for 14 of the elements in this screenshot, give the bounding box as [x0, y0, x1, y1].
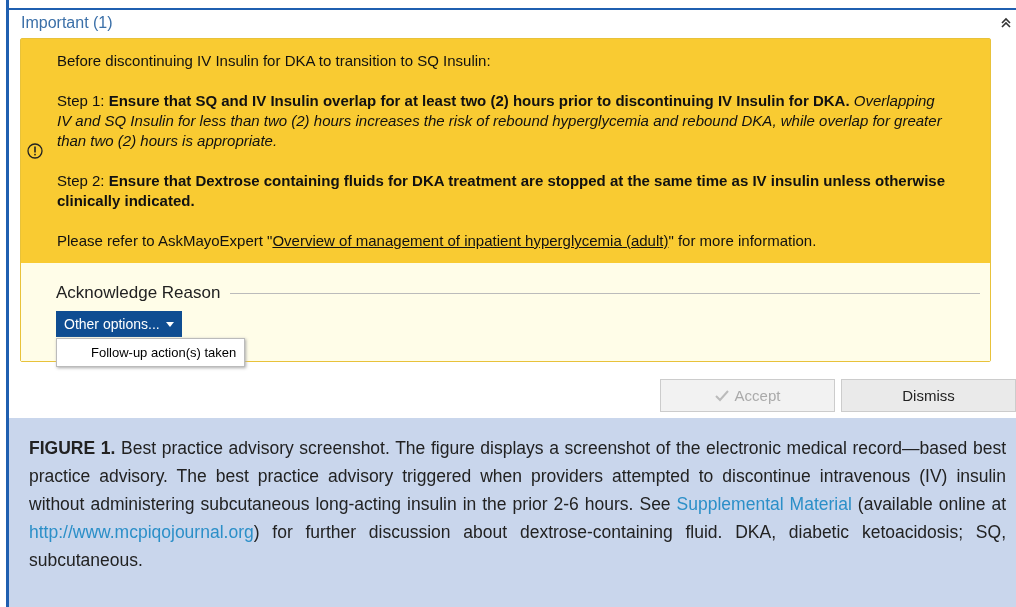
collapse-icon[interactable] [1000, 17, 1012, 29]
section-title: Important (1) [21, 14, 113, 32]
options-dropdown[interactable]: Other options... [56, 311, 182, 337]
caret-icon [165, 321, 174, 327]
step-text: Step 1: Ensure that SQ and IV Insulin overlap for at least two (2) hours prior to discontinuing IV Insulin for DKA. Overlapping IV and SQ Insulin for less than two (2) hours increases the risk of rebound hyperglycemia and rebound DKA, while overlap for greater than two (2) hours is appropriate. [57, 91, 943, 151]
figure-caption: FIGURE 1. Best practice advisory screenshot. The figure displays a screenshot of the electronic medical record—based best practice advisory. The best practice advisory triggered when providers attempted to discontinue intravenous (IV) insulin without administering subcutaneous long-acting insulin in the prior 2-6 hours. See Supplemental Material (available online at http://www.mcpiqojournal.org) for further discussion about dextrose-containing fluid. DKA, diabetic ketoacidosis; SQ, subcutaneous. [29, 437, 1006, 572]
step-text: Step 2: Ensure that Dextrose containing fluids for DKA treatment are stopped at the same time as IV insulin unless otherwise clinically indicated. [57, 171, 945, 211]
reference-link[interactable]: Overview of management of inpatient hyperglycemia (adult) [272, 232, 669, 249]
intro-text: Before discontinuing IV Insulin for DKA to transition to SQ Insulin: [57, 51, 492, 71]
alert-icon [27, 143, 43, 159]
reference-text: Please refer to AskMayoExpert "Overview of management of inpatient hyperglycemia (adult)" for more information. [57, 231, 818, 251]
acknowledge-label: Acknowledge Reason [56, 283, 221, 303]
dismiss-button[interactable]: Dismiss [841, 379, 1016, 412]
check-icon [714, 389, 729, 402]
